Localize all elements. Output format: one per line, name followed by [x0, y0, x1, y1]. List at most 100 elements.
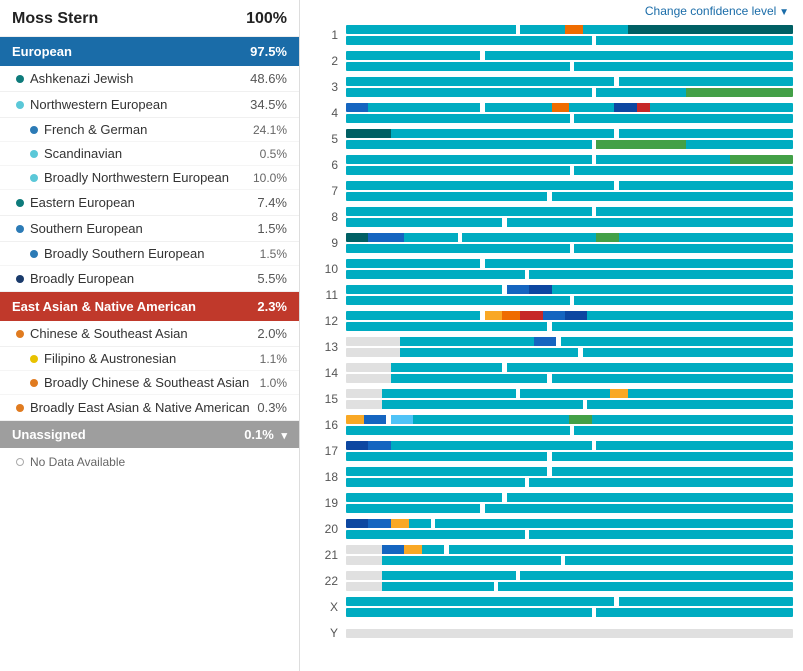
bar-row-12-1 — [346, 322, 793, 331]
bar-segment — [507, 363, 793, 372]
sub-filipino: Filipino & Austronesian 1.1% — [0, 347, 299, 371]
change-confidence-link[interactable]: Change confidence level — [310, 0, 803, 24]
sub-french-german-label: French & German — [30, 122, 147, 137]
bar-segment — [596, 608, 793, 617]
dot-icon — [30, 126, 38, 134]
bar-segment — [619, 597, 793, 606]
bar-segment — [485, 103, 552, 112]
subcategory-broadly-east-asian: Broadly East Asian & Native American 0.3… — [0, 395, 299, 421]
bar-segment — [346, 259, 480, 268]
bar-segment — [507, 218, 793, 227]
bar-segment — [346, 629, 793, 638]
bar-segment — [619, 129, 793, 138]
bar-row-4-0 — [346, 103, 793, 112]
bar-segment — [619, 77, 793, 86]
unassigned-value-group: 0.1% ▾ — [244, 427, 287, 442]
dot-icon — [30, 379, 38, 387]
dot-icon — [16, 458, 24, 466]
category-european[interactable]: European 97.5% — [0, 37, 299, 66]
bar-segment — [391, 519, 409, 528]
bar-segment — [382, 571, 516, 580]
bar-segment — [346, 415, 364, 424]
chromosome-row-11: 11 — [314, 284, 793, 306]
sub-broadly-southern-label: Broadly Southern European — [30, 246, 204, 261]
bar-row-9-1 — [346, 244, 793, 253]
bar-segment — [368, 103, 480, 112]
chromosome-row-15: 15 — [314, 388, 793, 410]
sub-broadly-chinese-label: Broadly Chinese & Southeast Asian — [30, 375, 249, 390]
bar-segment — [346, 192, 547, 201]
bar-row-1-1 — [346, 36, 793, 45]
chromosome-row-6: 6 — [314, 154, 793, 176]
chromosome-row-22: 22 — [314, 570, 793, 592]
bar-segment — [364, 415, 386, 424]
bar-row-2-0 — [346, 51, 793, 60]
category-east-asian[interactable]: East Asian & Native American 2.3% — [0, 292, 299, 321]
bar-segment — [502, 311, 520, 320]
bar-segment — [346, 337, 400, 346]
bar-segment — [368, 519, 390, 528]
bar-segment — [346, 270, 525, 279]
chromosome-label-14: 14 — [314, 366, 338, 380]
bar-segment — [686, 88, 793, 97]
bar-segment — [382, 556, 561, 565]
bar-segment — [596, 140, 685, 149]
chromosome-row-12: 12 — [314, 310, 793, 332]
dot-icon — [16, 199, 24, 207]
bar-segment — [346, 77, 614, 86]
chromosome-label-3: 3 — [314, 80, 338, 94]
chromosome-rows: 12345678910111213141516171819202122XY — [310, 24, 803, 644]
bar-segment — [346, 363, 391, 372]
bar-segment — [596, 441, 793, 450]
sub-french-german: French & German 24.1% — [0, 118, 299, 142]
bar-row-17-0 — [346, 441, 793, 450]
bar-segment — [619, 181, 793, 190]
bar-segment — [520, 311, 542, 320]
person-header: Moss Stern 100% — [0, 0, 299, 37]
chromosome-bars-7 — [346, 181, 793, 201]
bar-row-8-0 — [346, 207, 793, 216]
chromosome-bars-X — [346, 597, 793, 617]
unassigned-value: 0.1% — [244, 427, 274, 442]
bar-segment — [346, 207, 592, 216]
bar-segment — [520, 571, 793, 580]
bar-segment — [391, 441, 592, 450]
chromosome-row-5: 5 — [314, 128, 793, 150]
bar-row-11-1 — [346, 296, 793, 305]
bar-row-7-0 — [346, 181, 793, 190]
bar-row-19-0 — [346, 493, 793, 502]
bar-segment — [583, 25, 628, 34]
subcategory-eastern-value: 7.4% — [257, 195, 287, 210]
dot-icon — [16, 404, 24, 412]
chromosome-label-8: 8 — [314, 210, 338, 224]
chromosome-label-12: 12 — [314, 314, 338, 328]
bar-segment — [346, 452, 547, 461]
bar-segment — [413, 415, 569, 424]
bar-segment — [552, 467, 793, 476]
bar-segment — [529, 270, 793, 279]
person-name: Moss Stern — [12, 10, 98, 28]
subcategory-eastern-label: Eastern European — [16, 195, 135, 210]
chromosome-label-2: 2 — [314, 54, 338, 68]
bar-row-X-1 — [346, 608, 793, 617]
bar-segment — [561, 337, 793, 346]
subcategory-northwestern-label: Northwestern European — [16, 97, 167, 112]
bar-segment — [346, 129, 391, 138]
unassigned-row[interactable]: Unassigned 0.1% ▾ — [0, 421, 299, 448]
left-panel: Moss Stern 100% European 97.5% Ashkenazi… — [0, 0, 300, 671]
category-east-asian-value: 2.3% — [257, 299, 287, 314]
chromosome-bars-11 — [346, 285, 793, 305]
chromosome-label-13: 13 — [314, 340, 338, 354]
bar-row-14-1 — [346, 374, 793, 383]
category-east-asian-label: East Asian & Native American — [12, 299, 196, 314]
chromosome-label-16: 16 — [314, 418, 338, 432]
bar-segment — [346, 441, 368, 450]
dot-icon — [30, 174, 38, 182]
bar-segment — [686, 140, 793, 149]
chromosome-label-19: 19 — [314, 496, 338, 510]
bar-segment — [346, 519, 368, 528]
chromosome-label-5: 5 — [314, 132, 338, 146]
category-european-label: European — [12, 44, 72, 59]
chromosome-row-17: 17 — [314, 440, 793, 462]
bar-segment — [552, 452, 793, 461]
